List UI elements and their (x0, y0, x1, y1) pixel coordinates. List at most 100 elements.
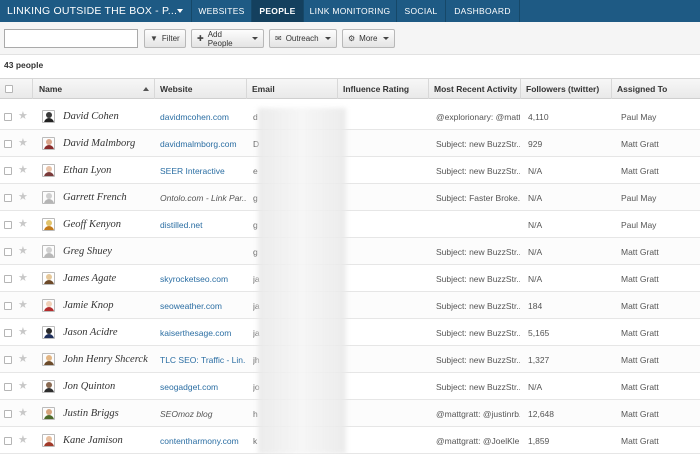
person-name[interactable]: Justin Briggs (63, 400, 153, 427)
assigned-value[interactable]: Matt Gratt (621, 400, 699, 427)
table-row[interactable]: ★ Jamie Knop seoweather.com ja Subject: new … (0, 292, 700, 319)
row-checkbox[interactable] (4, 409, 12, 418)
assigned-value[interactable]: Paul May (621, 103, 699, 130)
table-row[interactable]: ★ David Malmborg davidmalmborg.com D Subject… (0, 130, 700, 157)
person-name[interactable]: Jamie Knop (63, 292, 153, 319)
website-link[interactable] (160, 238, 246, 265)
person-name[interactable]: David Malmborg (63, 130, 153, 157)
column-header-website[interactable]: Website (154, 79, 246, 99)
assigned-value[interactable]: Matt Gratt (621, 346, 699, 373)
website-link[interactable]: seoweather.com (160, 292, 246, 319)
activity-value[interactable]: Subject: new BuzzStr... (436, 265, 520, 292)
star-icon[interactable]: ★ (18, 435, 28, 446)
person-name[interactable]: Jason Acidre (63, 319, 153, 346)
activity-value[interactable]: Subject: new BuzzStr... (436, 238, 520, 265)
row-checkbox[interactable] (4, 301, 12, 310)
table-row[interactable]: ★ John Henry Shcerck TLC SEO: Traffic - Li… (0, 346, 700, 373)
column-header-influence[interactable]: Influence Rating (337, 79, 428, 99)
column-header-activity[interactable]: Most Recent Activity (428, 79, 520, 99)
assigned-value[interactable]: Matt Gratt (621, 238, 699, 265)
row-checkbox[interactable] (4, 274, 12, 283)
person-name[interactable]: John Henry Shcerck (63, 346, 153, 373)
activity-value[interactable]: @mattgratt: @justinrb... (436, 400, 520, 427)
activity-value[interactable] (436, 211, 520, 238)
activity-value[interactable]: @mattgratt: @JoelKle... (436, 427, 520, 454)
outreach-button[interactable]: ✉ Outreach (269, 29, 337, 48)
assigned-value[interactable]: Matt Gratt (621, 373, 699, 400)
table-row[interactable]: ★ Geoff Kenyon distilled.net g N/A Paul May (0, 211, 700, 238)
filter-button[interactable]: ▼ Filter (144, 29, 186, 48)
tab-people[interactable]: PEOPLE (252, 0, 304, 22)
person-name[interactable]: Kane Jamison (63, 427, 153, 454)
search-input[interactable] (4, 29, 138, 48)
assigned-value[interactable]: Matt Gratt (621, 157, 699, 184)
table-row[interactable]: ★ Jason Acidre kaiserthesage.com ja Subject:… (0, 319, 700, 346)
project-selector[interactable]: LINKING OUTSIDE THE BOX - P... (0, 0, 192, 22)
tab-link-monitoring[interactable]: LINK MONITORING (304, 0, 397, 22)
star-icon[interactable]: ★ (18, 192, 28, 203)
star-icon[interactable]: ★ (18, 138, 28, 149)
table-row[interactable]: ★ Justin Briggs SEOmoz blog h @mattgratt: @j… (0, 400, 700, 427)
tab-dashboard[interactable]: DASHBOARD (446, 0, 520, 22)
activity-value[interactable]: @explorionary: @matt... (436, 103, 520, 130)
table-row[interactable]: ★ James Agate skyrocketseo.com ja Subject: n… (0, 265, 700, 292)
person-name[interactable]: Garrett French (63, 184, 153, 211)
row-checkbox[interactable] (4, 328, 12, 337)
row-checkbox[interactable] (4, 193, 12, 202)
website-link[interactable]: skyrocketseo.com (160, 265, 246, 292)
website-link[interactable]: davidmalmborg.com (160, 130, 246, 157)
add-people-button[interactable]: ✚ Add People (191, 29, 264, 48)
website-link[interactable]: kaiserthesage.com (160, 319, 246, 346)
website-link[interactable]: TLC SEO: Traffic - Lin... (160, 346, 246, 373)
column-header-assigned[interactable]: Assigned To (611, 79, 700, 99)
star-icon[interactable]: ★ (18, 246, 28, 257)
star-icon[interactable]: ★ (18, 273, 28, 284)
assigned-value[interactable]: Matt Gratt (621, 292, 699, 319)
row-checkbox[interactable] (4, 436, 12, 445)
activity-value[interactable]: Subject: new BuzzStr... (436, 373, 520, 400)
star-icon[interactable]: ★ (18, 165, 28, 176)
star-icon[interactable]: ★ (18, 408, 28, 419)
star-icon[interactable]: ★ (18, 219, 28, 230)
row-checkbox[interactable] (4, 355, 12, 364)
tab-social[interactable]: SOCIAL (397, 0, 446, 22)
table-row[interactable]: ★ Greg Shuey g Subject: new BuzzStr... N/A Ma… (0, 238, 700, 265)
website-link[interactable]: seogadget.com (160, 373, 246, 400)
star-icon[interactable]: ★ (18, 327, 28, 338)
assigned-value[interactable]: Matt Gratt (621, 427, 699, 454)
column-header-email[interactable]: Email (246, 79, 337, 99)
assigned-value[interactable]: Paul May (621, 184, 699, 211)
activity-value[interactable]: Subject: new BuzzStr... (436, 130, 520, 157)
table-row[interactable]: ★ David Cohen davidmcohen.com d @explorionar… (0, 103, 700, 130)
star-icon[interactable]: ★ (18, 354, 28, 365)
select-all-checkbox[interactable] (5, 85, 13, 93)
activity-value[interactable]: Subject: new BuzzStr... (436, 157, 520, 184)
row-checkbox[interactable] (4, 382, 12, 391)
website-link[interactable]: SEER Interactive (160, 157, 246, 184)
person-name[interactable]: Ethan Lyon (63, 157, 153, 184)
column-header-followers[interactable]: Followers (twitter) (520, 79, 611, 99)
person-name[interactable]: Jon Quinton (63, 373, 153, 400)
table-row[interactable]: ★ Kane Jamison contentharmony.com k @mattgra… (0, 427, 700, 454)
activity-value[interactable]: Subject: Faster Broke... (436, 184, 520, 211)
assigned-value[interactable]: Matt Gratt (621, 130, 699, 157)
table-row[interactable]: ★ Garrett French Ontolo.com - Link Par... g… (0, 184, 700, 211)
person-name[interactable]: Geoff Kenyon (63, 211, 153, 238)
activity-value[interactable]: Subject: new BuzzStr... (436, 292, 520, 319)
row-checkbox[interactable] (4, 247, 12, 256)
assigned-value[interactable]: Matt Gratt (621, 319, 699, 346)
column-header-name[interactable]: Name (32, 79, 154, 99)
more-button[interactable]: ⚙ More (342, 29, 395, 48)
website-link[interactable]: distilled.net (160, 211, 246, 238)
website-link[interactable]: davidmcohen.com (160, 103, 246, 130)
assigned-value[interactable]: Matt Gratt (621, 265, 699, 292)
table-row[interactable]: ★ Jon Quinton seogadget.com jo Subject: new … (0, 373, 700, 400)
tab-websites[interactable]: WEBSITES (192, 0, 252, 22)
star-icon[interactable]: ★ (18, 111, 28, 122)
table-row[interactable]: ★ Ethan Lyon SEER Interactive e Subject: new… (0, 157, 700, 184)
star-icon[interactable]: ★ (18, 381, 28, 392)
row-checkbox[interactable] (4, 166, 12, 175)
person-name[interactable]: Greg Shuey (63, 238, 153, 265)
person-name[interactable]: James Agate (63, 265, 153, 292)
row-checkbox[interactable] (4, 112, 12, 121)
